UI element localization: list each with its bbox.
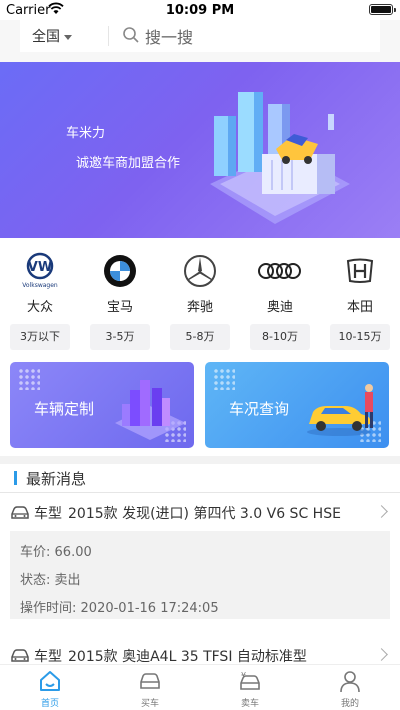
brand-mercedes[interactable]: 奔驰 bbox=[160, 252, 240, 315]
honda-logo-icon bbox=[320, 252, 400, 290]
section-gap bbox=[0, 456, 400, 464]
car-icon bbox=[110, 669, 190, 693]
brand-name: 大众 bbox=[26, 300, 53, 315]
banner-slogan: 诚邀车商加盟合作 bbox=[76, 156, 181, 171]
vehicle-customization-card[interactable]: 车辆定制 bbox=[10, 362, 194, 448]
home-icon bbox=[10, 669, 90, 693]
bmw-logo-icon bbox=[80, 252, 160, 290]
price-filter[interactable]: 5-8万 bbox=[170, 324, 230, 350]
tab-sell-car[interactable]: ¥ 卖车 bbox=[210, 669, 290, 709]
search-container: 全国 搜一搜 bbox=[20, 20, 380, 52]
brand-name: 奔驰 bbox=[186, 300, 213, 315]
tab-profile[interactable]: 我的 bbox=[310, 669, 390, 709]
news-item-header[interactable]: 车型 2015款 发现(进口) 第四代 3.0 V6 SC HSE bbox=[0, 493, 400, 531]
search-bar: 全国 搜一搜 bbox=[0, 20, 400, 62]
volkswagen-logo-icon: VW Volkswagen bbox=[0, 252, 80, 290]
brand-name: 本田 bbox=[346, 300, 373, 315]
banner-city-illustration bbox=[210, 92, 350, 224]
price-filter[interactable]: 10-15万 bbox=[330, 324, 390, 350]
car-inspection-illustration-icon bbox=[307, 384, 373, 436]
banner-brand: 车米力 bbox=[66, 126, 106, 141]
news-detail: 车价: 66.00 状态: 卖出 操作时间: 2020-01-16 17:24:… bbox=[10, 531, 390, 619]
card-label: 车辆定制 bbox=[34, 400, 95, 418]
status-row: 状态: 卖出 bbox=[20, 573, 81, 588]
brand-name: 奥迪 bbox=[266, 300, 293, 315]
latest-news-header: 最新消息 bbox=[0, 464, 400, 492]
sell-car-icon: ¥ bbox=[210, 669, 290, 693]
time-row: 操作时间: 2020-01-16 17:24:05 bbox=[20, 601, 219, 616]
promo-banner[interactable]: 车米力 诚邀车商加盟合作 bbox=[0, 62, 400, 238]
tab-home[interactable]: 首页 bbox=[10, 669, 90, 709]
news-item[interactable]: 车型 2015款 奥迪A4L 35 TFSI 自动标准型 bbox=[0, 636, 400, 664]
tab-label: 卖车 bbox=[240, 699, 259, 709]
price-row: 车价: 66.00 bbox=[20, 545, 92, 560]
price-filter[interactable]: 3万以下 bbox=[10, 324, 70, 350]
price-filter[interactable]: 3-5万 bbox=[90, 324, 150, 350]
section-title: 最新消息 bbox=[26, 470, 87, 488]
svg-text:VW: VW bbox=[28, 260, 52, 275]
search-divider bbox=[108, 26, 109, 46]
dropdown-caret-icon bbox=[64, 34, 72, 40]
tab-label: 我的 bbox=[340, 699, 359, 709]
news-title: 车型 2015款 发现(进口) 第四代 3.0 V6 SC HSE bbox=[34, 506, 341, 522]
battery-icon bbox=[369, 4, 396, 15]
vehicle-inspection-card[interactable]: 车况查询 bbox=[205, 362, 389, 448]
brand-grid: VW Volkswagen 大众 宝马 奔驰 奥迪 本田 3万以下 3-5万 5-… bbox=[0, 238, 400, 350]
user-icon bbox=[310, 669, 390, 693]
svg-text:Volkswagen: Volkswagen bbox=[22, 282, 58, 289]
car-icon bbox=[10, 648, 30, 664]
tab-label: 买车 bbox=[140, 699, 159, 709]
brand-bmw[interactable]: 宝马 bbox=[80, 252, 160, 315]
brand-audi[interactable]: 奥迪 bbox=[240, 252, 320, 315]
clock: 10:09 PM bbox=[165, 3, 235, 18]
brand-name: 宝马 bbox=[106, 300, 133, 315]
region-selector[interactable]: 全国 bbox=[32, 26, 72, 46]
chevron-right-icon bbox=[375, 505, 388, 518]
status-bar: Carrier 10:09 PM bbox=[0, 0, 400, 20]
price-filter[interactable]: 8-10万 bbox=[250, 324, 310, 350]
brand-honda[interactable]: 本田 bbox=[320, 252, 400, 315]
chevron-right-icon bbox=[375, 648, 388, 661]
news-item[interactable]: 车型 2015款 发现(进口) 第四代 3.0 V6 SC HSE 车价: 66.… bbox=[0, 493, 400, 633]
card-label: 车况查询 bbox=[229, 400, 290, 418]
car-icon bbox=[10, 505, 30, 525]
search-input[interactable]: 搜一搜 bbox=[145, 24, 193, 48]
news-title: 车型 2015款 奥迪A4L 35 TFSI 自动标准型 bbox=[34, 649, 307, 664]
tab-bar: 首页 买车 ¥ 卖车 我的 bbox=[0, 664, 400, 710]
tab-buy-car[interactable]: 买车 bbox=[110, 669, 190, 709]
brand-volkswagen[interactable]: VW Volkswagen 大众 bbox=[0, 252, 80, 315]
search-icon bbox=[122, 26, 140, 48]
tab-label: 首页 bbox=[40, 699, 59, 709]
city-illustration-icon bbox=[115, 380, 186, 440]
region-label: 全国 bbox=[32, 29, 60, 45]
mercedes-logo-icon bbox=[160, 252, 240, 290]
accent-bar bbox=[14, 471, 17, 485]
decor-dots bbox=[18, 368, 40, 390]
audi-logo-icon bbox=[240, 252, 320, 290]
decor-dots bbox=[213, 368, 235, 390]
news-item-header[interactable]: 车型 2015款 奥迪A4L 35 TFSI 自动标准型 bbox=[0, 636, 400, 664]
